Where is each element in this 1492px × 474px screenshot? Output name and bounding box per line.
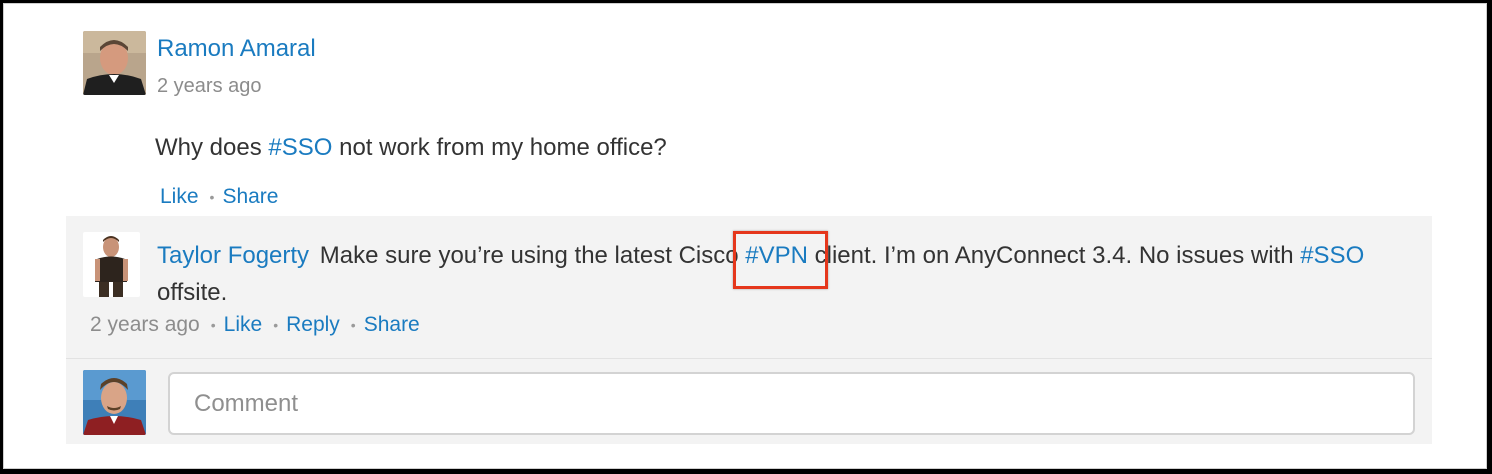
- post-body: Why does #SSO not work from my home offi…: [155, 134, 667, 162]
- comment-author-avatar[interactable]: [83, 232, 140, 297]
- post-actions: Like • Share: [160, 185, 278, 209]
- avatar-current-user-icon: [83, 370, 146, 435]
- post-body-text: Why does: [155, 134, 269, 161]
- post-author-name[interactable]: Ramon Amaral: [157, 35, 316, 63]
- comment-like-link[interactable]: Like: [224, 313, 263, 337]
- current-user-avatar: [83, 370, 146, 435]
- hashtag-sso[interactable]: #SSO: [268, 134, 332, 161]
- comment-meta: 2 years ago • Like • Reply • Share: [90, 313, 420, 337]
- activity-card: Ramon Amaral 2 years ago Why does #SSO n…: [3, 3, 1487, 469]
- comment-input[interactable]: [168, 372, 1415, 435]
- divider: [66, 358, 1432, 359]
- hashtag-sso[interactable]: #SSO: [1300, 242, 1364, 269]
- separator-dot: •: [210, 317, 216, 333]
- hashtag-vpn[interactable]: #VPN: [745, 242, 808, 269]
- post-like-link[interactable]: Like: [160, 185, 199, 209]
- comment-share-link[interactable]: Share: [364, 313, 420, 337]
- comment-author-name[interactable]: Taylor Fogerty: [157, 242, 309, 269]
- comment-text: Taylor Fogerty Make sure you’re using th…: [157, 231, 1387, 311]
- comment-text-part: Make sure you’re using the latest Cisco: [319, 242, 746, 269]
- comment-reply-link[interactable]: Reply: [286, 313, 340, 337]
- highlighted-hashtag: #VPN: [733, 231, 829, 289]
- separator-dot: •: [350, 317, 356, 333]
- comments-section: Taylor Fogerty Make sure you’re using th…: [66, 216, 1432, 444]
- post-author-avatar[interactable]: [83, 31, 146, 95]
- comment-text-part: client. I’m on AnyConnect 3.4. No issues…: [807, 242, 1301, 269]
- comment-text-part: offsite.: [157, 279, 228, 306]
- separator-dot: •: [273, 317, 279, 333]
- avatar-ramon-amaral-icon: [83, 31, 146, 95]
- post-body-text: not work from my home office?: [332, 134, 667, 161]
- post-timestamp: 2 years ago: [157, 75, 262, 97]
- separator-dot: •: [209, 189, 215, 205]
- post-share-link[interactable]: Share: [222, 185, 278, 209]
- avatar-taylor-fogerty-icon: [83, 232, 140, 297]
- comment-timestamp: 2 years ago: [90, 313, 200, 336]
